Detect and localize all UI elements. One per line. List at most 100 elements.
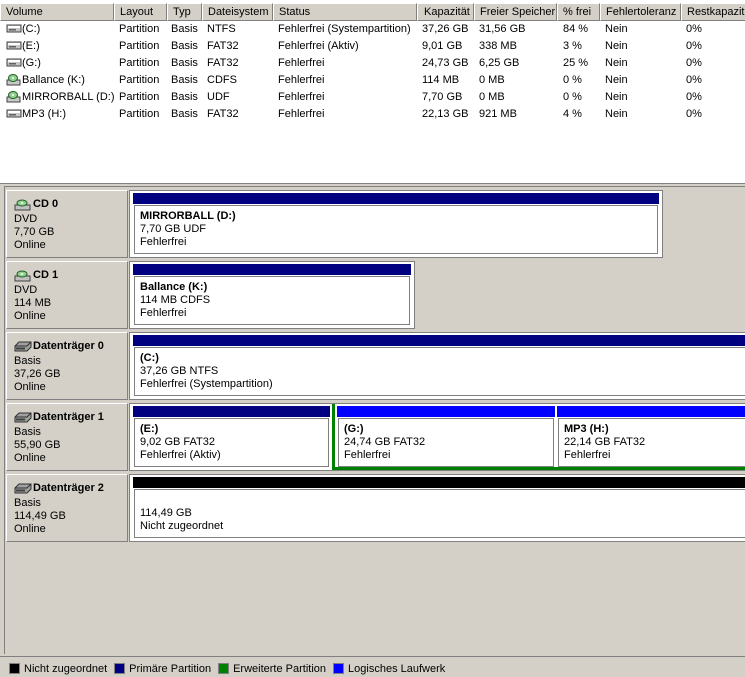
cell-volume: MP3 (H:)	[22, 108, 66, 120]
legend-label: Primäre Partition	[129, 662, 212, 675]
disk-name: Datenträger 0	[33, 340, 104, 352]
partition-status: Nicht zugeordnet	[140, 520, 224, 532]
legend-label: Nicht zugeordnet	[24, 662, 108, 675]
disk-info-datentraeger-2[interactable]: Datenträger 2 Basis 114,49 GB Online	[6, 474, 128, 542]
hard-disk-icon	[14, 483, 32, 494]
volume-list-row[interactable]: (G:) Partition Basis FAT32 Fehlerfrei 24,73 G…	[0, 55, 745, 72]
cell-prozent-frei: 3 %	[563, 40, 582, 52]
column-header-restkapazitaet[interactable]: Restkapazität	[681, 3, 745, 21]
column-header-dateisystem[interactable]: Dateisystem	[202, 3, 273, 21]
column-header-status[interactable]: Status	[273, 3, 417, 21]
cell-layout: Partition	[119, 108, 160, 120]
cell-freier-speicher: 0 MB	[479, 91, 505, 103]
partition-primary[interactable]: MIRRORBALL (D:) 7,70 GB UDF Fehlerfrei	[133, 193, 659, 255]
cell-volume: MIRRORBALL (D:)	[22, 91, 115, 103]
legend-label: Logisches Laufwerk	[348, 662, 446, 675]
cell-restkapazitaet: 0%	[686, 108, 702, 120]
legend-label: Erweiterte Partition	[233, 662, 327, 675]
partition-name: MIRRORBALL (D:)	[140, 210, 236, 222]
cell-layout: Partition	[119, 57, 160, 69]
legend-swatch	[9, 663, 20, 674]
disk-type: Basis	[14, 355, 41, 367]
partition-primary[interactable]: Ballance (K:) 114 MB CDFS Fehlerfrei	[133, 264, 411, 326]
cell-volume: (G:)	[22, 57, 41, 69]
cell-prozent-frei: 25 %	[563, 57, 589, 69]
cell-kapazitaet: 37,26 GB	[422, 23, 469, 35]
volume-list-row[interactable]: Ballance (K:) Partition Basis CDFS Fehlerfre…	[0, 72, 745, 89]
cell-status: Fehlerfrei	[278, 108, 325, 120]
volume-list-row[interactable]: MIRRORBALL (D:) Partition Basis UDF Fehlerfr…	[0, 89, 745, 106]
partition-logical[interactable]: (G:) 24,74 GB FAT32 Fehlerfrei	[337, 406, 555, 468]
column-header-kapazitaet[interactable]: Kapazität	[417, 3, 474, 21]
column-header-volume[interactable]: Volume	[0, 3, 114, 21]
partition-detail: 7,70 GB UDF	[140, 223, 207, 235]
partition-color-bar	[133, 406, 330, 417]
cell-dateisystem: FAT32	[207, 57, 239, 69]
volume-list-row[interactable]: MP3 (H:) Partition Basis FAT32 Fehlerfrei 22,…	[0, 106, 745, 123]
cell-restkapazitaet: 0%	[686, 91, 702, 103]
partition-detail: 9,02 GB FAT32	[140, 436, 216, 448]
cell-layout: Partition	[119, 91, 160, 103]
cell-fehlertoleranz: Nein	[605, 91, 628, 103]
volume-list-header: Volume Layout Typ Dateisystem Status Kap…	[0, 3, 745, 21]
disk-title: Datenträger 2	[14, 481, 127, 496]
hard-disk-volume-icon	[6, 39, 22, 52]
partition-primary[interactable]: (C:) 37,26 GB NTFS Fehlerfrei (Systempar…	[133, 335, 745, 397]
disk-size: 114,49 GB	[14, 510, 66, 522]
cell-dateisystem: NTFS	[207, 23, 236, 35]
disk-info-datentraeger-1[interactable]: Datenträger 1 Basis 55,90 GB Online	[6, 403, 128, 471]
column-header-prozent-frei[interactable]: % frei	[557, 3, 600, 21]
column-header-freier-speicher[interactable]: Freier Speicher	[474, 3, 557, 21]
cell-typ: Basis	[171, 57, 198, 69]
partition-primary[interactable]: (E:) 9,02 GB FAT32 Fehlerfrei (Aktiv)	[133, 406, 330, 468]
cell-fehlertoleranz: Nein	[605, 40, 628, 52]
volume-list-row[interactable]: (C:) Partition Basis NTFS Fehlerfrei (System…	[0, 21, 745, 38]
cell-status: Fehlerfrei	[278, 57, 325, 69]
column-header-layout[interactable]: Layout	[114, 3, 167, 21]
cell-volume: (E:)	[22, 40, 40, 52]
cell-prozent-frei: 84 %	[563, 23, 589, 35]
disk-partitions: (C:) 37,26 GB NTFS Fehlerfrei (Systempar…	[129, 332, 745, 400]
disk-row-datentraeger-2: Datenträger 2 Basis 114,49 GB Online 114…	[5, 474, 745, 542]
disk-info-cd0[interactable]: CD 0 DVD 7,70 GB Online	[6, 190, 128, 258]
cell-typ: Basis	[171, 23, 198, 35]
column-header-fehlertoleranz[interactable]: Fehlertoleranz	[600, 3, 681, 21]
disk-info-cd1[interactable]: CD 1 DVD 114 MB Online	[6, 261, 128, 329]
partition-color-bar	[133, 477, 745, 488]
partition-color-bar	[337, 406, 555, 417]
disk-name: CD 0	[33, 198, 59, 210]
disk-state: Online	[14, 523, 46, 535]
cell-layout: Partition	[119, 74, 160, 86]
cell-fehlertoleranz: Nein	[605, 23, 628, 35]
disk-row-cd1: CD 1 DVD 114 MB Online Ballance (K:) 114…	[5, 261, 745, 329]
disk-size: 114 MB	[14, 297, 52, 309]
partition-logical[interactable]: MP3 (H:) 22,14 GB FAT32 Fehlerfrei	[557, 406, 745, 468]
cd-volume-icon	[6, 73, 22, 86]
disk-graphical-view[interactable]: CD 0 DVD 7,70 GB Online MIRRORBALL (D:) …	[4, 186, 745, 654]
disk-partitions: 114,49 GB Nicht zugeordnet	[129, 474, 745, 542]
partition-status: Fehlerfrei	[344, 449, 391, 461]
column-header-typ[interactable]: Typ	[167, 3, 202, 21]
hard-disk-volume-icon	[6, 107, 22, 120]
cell-fehlertoleranz: Nein	[605, 108, 628, 120]
legend-swatch	[333, 663, 345, 674]
partition-color-bar	[133, 335, 745, 346]
disk-info-datentraeger-0[interactable]: Datenträger 0 Basis 37,26 GB Online	[6, 332, 128, 400]
cell-typ: Basis	[171, 91, 198, 103]
disk-title: CD 0	[14, 197, 127, 212]
partition-name: MP3 (H:)	[564, 423, 609, 435]
partition-status: Fehlerfrei (Systempartition)	[140, 378, 273, 390]
cell-typ: Basis	[171, 108, 198, 120]
cell-volume: (C:)	[22, 23, 41, 35]
disk-size: 55,90 GB	[14, 439, 61, 451]
volume-list-row[interactable]: (E:) Partition Basis FAT32 Fehlerfrei (Aktiv…	[0, 38, 745, 55]
volume-list[interactable]: Volume Layout Typ Dateisystem Status Kap…	[0, 0, 745, 184]
hard-disk-volume-icon	[6, 56, 22, 69]
partition-unallocated[interactable]: 114,49 GB Nicht zugeordnet	[133, 477, 745, 539]
partition-name: (G:)	[344, 423, 364, 435]
cell-fehlertoleranz: Nein	[605, 74, 628, 86]
cell-status: Fehlerfrei (Systempartition)	[278, 23, 411, 35]
cell-fehlertoleranz: Nein	[605, 57, 628, 69]
disk-title: Datenträger 0	[14, 339, 127, 354]
legend-swatch	[114, 663, 126, 674]
